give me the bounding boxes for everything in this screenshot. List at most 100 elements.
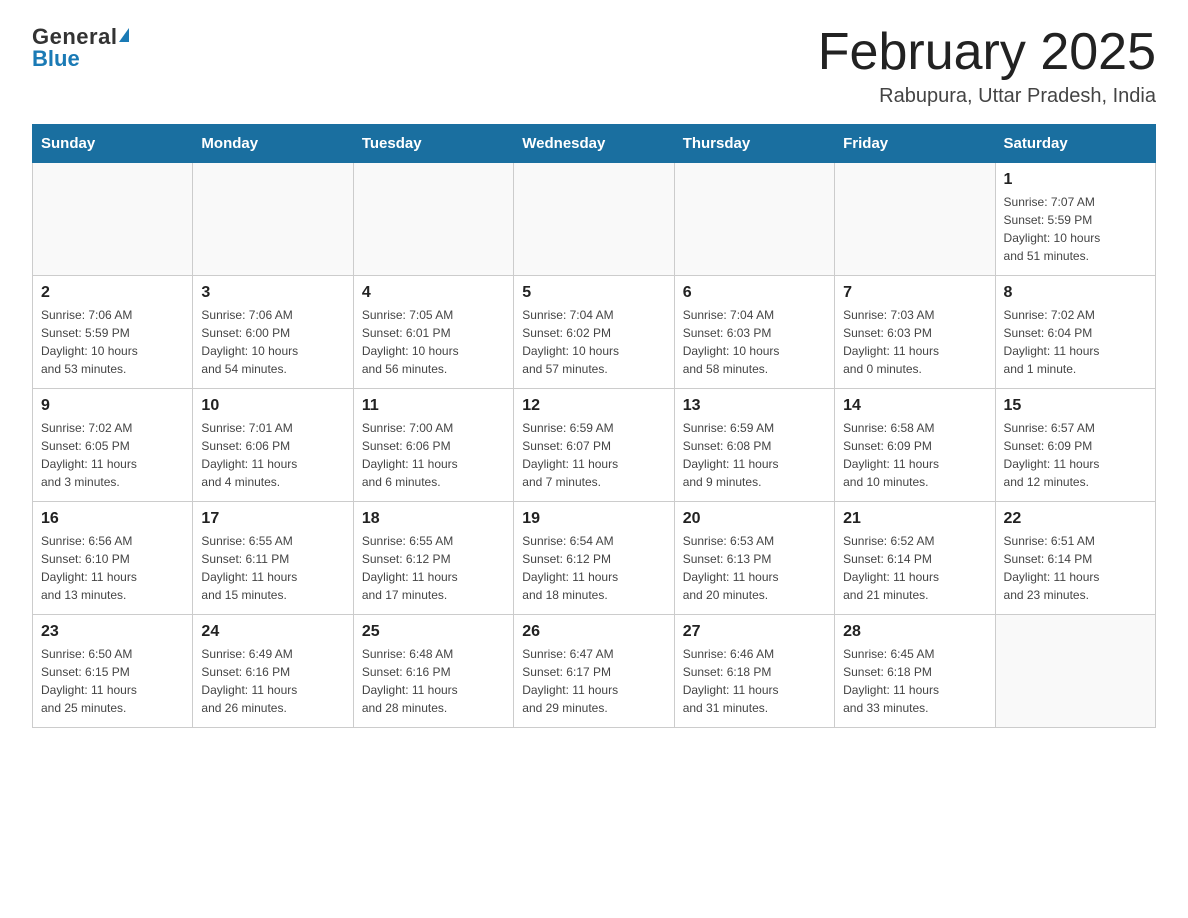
calendar-cell xyxy=(835,163,995,276)
calendar-cell: 11 Sunrise: 7:00 AM Sunset: 6:06 PM Dayli… xyxy=(353,389,513,502)
calendar-cell: 24 Sunrise: 6:49 AM Sunset: 6:16 PM Dayli… xyxy=(193,615,353,728)
day-number: 23 xyxy=(41,623,184,641)
header-sunday: Sunday xyxy=(33,125,193,163)
title-block: February 2025 Rabupura, Uttar Pradesh, I… xyxy=(818,24,1156,108)
calendar-table: SundayMondayTuesdayWednesdayThursdayFrid… xyxy=(32,124,1156,728)
day-info: Sunrise: 6:54 AM Sunset: 6:12 PM Dayligh… xyxy=(522,532,665,604)
day-number: 21 xyxy=(843,510,986,528)
calendar-cell: 1 Sunrise: 7:07 AM Sunset: 5:59 PM Daylig… xyxy=(995,163,1155,276)
logo: General Blue xyxy=(32,24,129,72)
day-number: 6 xyxy=(683,284,826,302)
calendar-cell: 20 Sunrise: 6:53 AM Sunset: 6:13 PM Dayli… xyxy=(674,502,834,615)
calendar-cell xyxy=(353,163,513,276)
day-info: Sunrise: 6:53 AM Sunset: 6:13 PM Dayligh… xyxy=(683,532,826,604)
calendar-cell: 16 Sunrise: 6:56 AM Sunset: 6:10 PM Dayli… xyxy=(33,502,193,615)
location-text: Rabupura, Uttar Pradesh, India xyxy=(818,85,1156,108)
calendar-cell: 27 Sunrise: 6:46 AM Sunset: 6:18 PM Dayli… xyxy=(674,615,834,728)
day-info: Sunrise: 6:48 AM Sunset: 6:16 PM Dayligh… xyxy=(362,645,505,717)
header-tuesday: Tuesday xyxy=(353,125,513,163)
header-thursday: Thursday xyxy=(674,125,834,163)
day-info: Sunrise: 7:05 AM Sunset: 6:01 PM Dayligh… xyxy=(362,306,505,378)
day-number: 9 xyxy=(41,397,184,415)
day-info: Sunrise: 6:46 AM Sunset: 6:18 PM Dayligh… xyxy=(683,645,826,717)
day-number: 14 xyxy=(843,397,986,415)
calendar-cell: 12 Sunrise: 6:59 AM Sunset: 6:07 PM Dayli… xyxy=(514,389,674,502)
calendar-cell: 15 Sunrise: 6:57 AM Sunset: 6:09 PM Dayli… xyxy=(995,389,1155,502)
calendar-cell: 3Sunrise: 7:06 AM Sunset: 6:00 PM Daylig… xyxy=(193,276,353,389)
calendar-cell: 4 Sunrise: 7:05 AM Sunset: 6:01 PM Daylig… xyxy=(353,276,513,389)
calendar-cell xyxy=(514,163,674,276)
calendar-cell: 5 Sunrise: 7:04 AM Sunset: 6:02 PM Daylig… xyxy=(514,276,674,389)
calendar-cell: 26 Sunrise: 6:47 AM Sunset: 6:17 PM Dayli… xyxy=(514,615,674,728)
day-number: 7 xyxy=(843,284,986,302)
day-number: 10 xyxy=(201,397,344,415)
day-info: Sunrise: 7:04 AM Sunset: 6:03 PM Dayligh… xyxy=(683,306,826,378)
calendar-cell xyxy=(193,163,353,276)
logo-blue-text: Blue xyxy=(32,46,80,72)
day-number: 26 xyxy=(522,623,665,641)
day-number: 17 xyxy=(201,510,344,528)
day-info: Sunrise: 6:55 AM Sunset: 6:11 PM Dayligh… xyxy=(201,532,344,604)
calendar-cell: 21 Sunrise: 6:52 AM Sunset: 6:14 PM Dayli… xyxy=(835,502,995,615)
calendar-cell: 14 Sunrise: 6:58 AM Sunset: 6:09 PM Dayli… xyxy=(835,389,995,502)
calendar-cell: 2 Sunrise: 7:06 AM Sunset: 5:59 PM Daylig… xyxy=(33,276,193,389)
day-info: Sunrise: 6:50 AM Sunset: 6:15 PM Dayligh… xyxy=(41,645,184,717)
day-number: 20 xyxy=(683,510,826,528)
calendar-cell: 10 Sunrise: 7:01 AM Sunset: 6:06 PM Dayli… xyxy=(193,389,353,502)
day-info: Sunrise: 7:01 AM Sunset: 6:06 PM Dayligh… xyxy=(201,419,344,491)
header-saturday: Saturday xyxy=(995,125,1155,163)
day-info: Sunrise: 6:52 AM Sunset: 6:14 PM Dayligh… xyxy=(843,532,986,604)
calendar-cell: 6 Sunrise: 7:04 AM Sunset: 6:03 PM Daylig… xyxy=(674,276,834,389)
calendar-cell xyxy=(674,163,834,276)
day-number: 18 xyxy=(362,510,505,528)
day-number: 15 xyxy=(1004,397,1147,415)
day-number: 27 xyxy=(683,623,826,641)
day-number: 1 xyxy=(1004,171,1147,189)
day-number: 2 xyxy=(41,284,184,302)
month-title: February 2025 xyxy=(818,24,1156,81)
logo-triangle-icon xyxy=(119,28,129,42)
day-info: Sunrise: 6:58 AM Sunset: 6:09 PM Dayligh… xyxy=(843,419,986,491)
calendar-cell: 19 Sunrise: 6:54 AM Sunset: 6:12 PM Dayli… xyxy=(514,502,674,615)
day-info: Sunrise: 6:59 AM Sunset: 6:08 PM Dayligh… xyxy=(683,419,826,491)
calendar-cell: 18 Sunrise: 6:55 AM Sunset: 6:12 PM Dayli… xyxy=(353,502,513,615)
day-number: 16 xyxy=(41,510,184,528)
calendar-cell: 28Sunrise: 6:45 AM Sunset: 6:18 PM Dayli… xyxy=(835,615,995,728)
calendar-cell xyxy=(33,163,193,276)
day-number: 3 xyxy=(201,284,344,302)
week-row-5: 23 Sunrise: 6:50 AM Sunset: 6:15 PM Dayli… xyxy=(33,615,1156,728)
calendar-cell: 17 Sunrise: 6:55 AM Sunset: 6:11 PM Dayli… xyxy=(193,502,353,615)
day-info: Sunrise: 6:57 AM Sunset: 6:09 PM Dayligh… xyxy=(1004,419,1147,491)
day-info: Sunrise: 7:07 AM Sunset: 5:59 PM Dayligh… xyxy=(1004,193,1147,265)
calendar-cell: 23 Sunrise: 6:50 AM Sunset: 6:15 PM Dayli… xyxy=(33,615,193,728)
day-number: 19 xyxy=(522,510,665,528)
week-row-3: 9Sunrise: 7:02 AM Sunset: 6:05 PM Daylig… xyxy=(33,389,1156,502)
day-info: Sunrise: 7:04 AM Sunset: 6:02 PM Dayligh… xyxy=(522,306,665,378)
day-number: 24 xyxy=(201,623,344,641)
header-monday: Monday xyxy=(193,125,353,163)
day-info: Sunrise: 6:55 AM Sunset: 6:12 PM Dayligh… xyxy=(362,532,505,604)
day-info: Sunrise: 7:00 AM Sunset: 6:06 PM Dayligh… xyxy=(362,419,505,491)
header-wednesday: Wednesday xyxy=(514,125,674,163)
day-number: 11 xyxy=(362,397,505,415)
day-number: 4 xyxy=(362,284,505,302)
day-info: Sunrise: 6:59 AM Sunset: 6:07 PM Dayligh… xyxy=(522,419,665,491)
day-info: Sunrise: 7:03 AM Sunset: 6:03 PM Dayligh… xyxy=(843,306,986,378)
day-info: Sunrise: 6:56 AM Sunset: 6:10 PM Dayligh… xyxy=(41,532,184,604)
day-info: Sunrise: 6:49 AM Sunset: 6:16 PM Dayligh… xyxy=(201,645,344,717)
day-number: 12 xyxy=(522,397,665,415)
calendar-header-row: SundayMondayTuesdayWednesdayThursdayFrid… xyxy=(33,125,1156,163)
day-number: 25 xyxy=(362,623,505,641)
calendar-cell: 22Sunrise: 6:51 AM Sunset: 6:14 PM Dayli… xyxy=(995,502,1155,615)
calendar-cell xyxy=(995,615,1155,728)
calendar-cell: 13Sunrise: 6:59 AM Sunset: 6:08 PM Dayli… xyxy=(674,389,834,502)
calendar-cell: 9Sunrise: 7:02 AM Sunset: 6:05 PM Daylig… xyxy=(33,389,193,502)
calendar-cell: 8Sunrise: 7:02 AM Sunset: 6:04 PM Daylig… xyxy=(995,276,1155,389)
day-number: 5 xyxy=(522,284,665,302)
day-info: Sunrise: 6:51 AM Sunset: 6:14 PM Dayligh… xyxy=(1004,532,1147,604)
day-number: 8 xyxy=(1004,284,1147,302)
calendar-cell: 7 Sunrise: 7:03 AM Sunset: 6:03 PM Daylig… xyxy=(835,276,995,389)
day-info: Sunrise: 7:06 AM Sunset: 5:59 PM Dayligh… xyxy=(41,306,184,378)
day-info: Sunrise: 6:47 AM Sunset: 6:17 PM Dayligh… xyxy=(522,645,665,717)
week-row-1: 1 Sunrise: 7:07 AM Sunset: 5:59 PM Daylig… xyxy=(33,163,1156,276)
